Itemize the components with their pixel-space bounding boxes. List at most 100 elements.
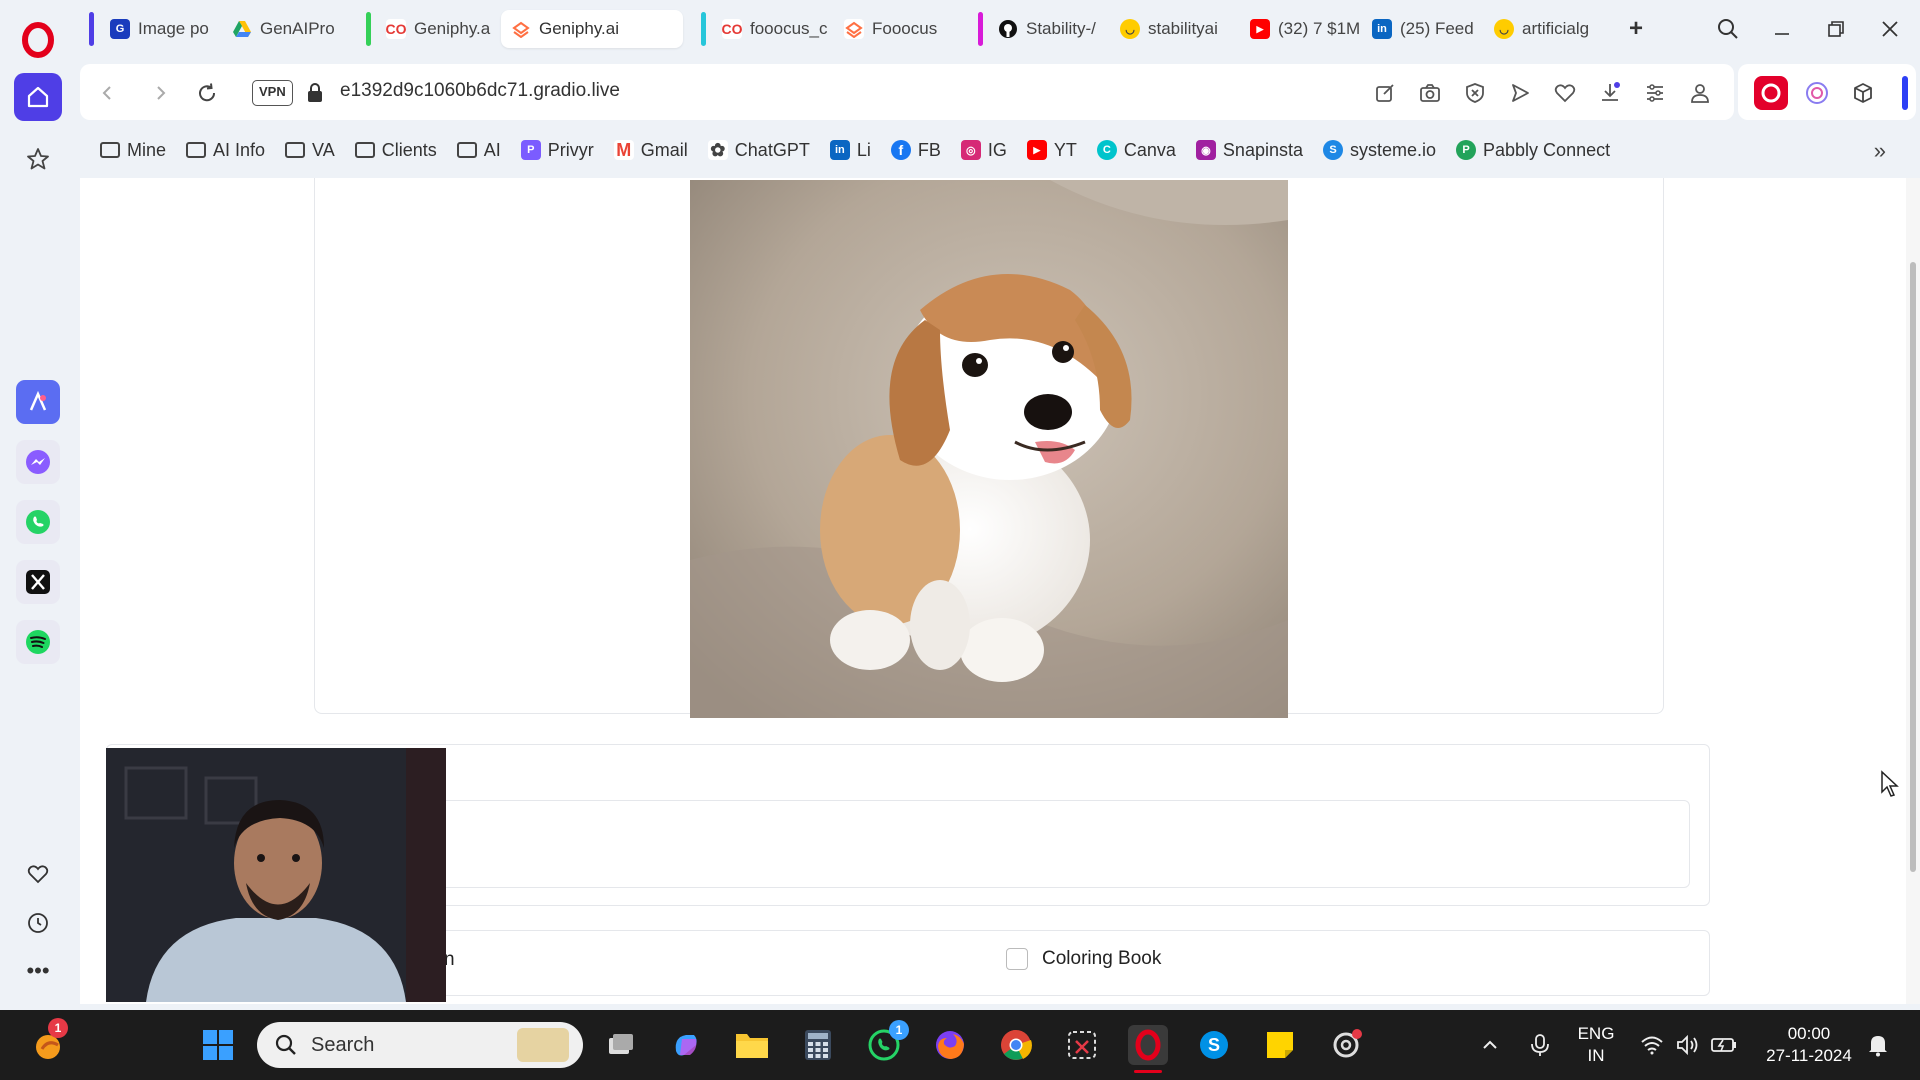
taskbar-search-input[interactable]: Search [257, 1022, 583, 1068]
x-twitter-icon[interactable] [16, 560, 60, 604]
minimize-button[interactable] [1764, 12, 1800, 46]
downloads-icon[interactable] [1595, 78, 1625, 108]
reload-button[interactable] [192, 78, 222, 108]
star-icon[interactable] [14, 135, 62, 183]
bookmark-facebook[interactable]: f FB [890, 140, 941, 161]
chatgpt-icon: ✿ [707, 140, 728, 160]
generated-puppy-image[interactable] [690, 180, 1288, 718]
whatsapp-sidebar-icon[interactable] [16, 500, 60, 544]
coloring-book-label[interactable]: Coloring Book [1042, 948, 1161, 970]
firefox-icon[interactable] [930, 1025, 970, 1065]
easy-setup-icon[interactable] [1370, 78, 1400, 108]
tab-youtube[interactable]: ▶ (32) 7 $1M [1240, 10, 1360, 48]
tab-stability-github[interactable]: Stability-/ [988, 10, 1108, 48]
canva-icon: C [1096, 140, 1117, 160]
notifications-bell-icon[interactable] [1858, 1025, 1898, 1065]
bookmark-mine[interactable]: Mine [100, 140, 166, 161]
copilot-icon[interactable] [666, 1025, 706, 1065]
chrome-icon[interactable] [996, 1025, 1036, 1065]
heart-icon[interactable] [22, 858, 54, 890]
folder-icon [100, 142, 120, 158]
search-tabs-icon[interactable] [1710, 12, 1746, 46]
opera-taskbar-icon[interactable] [1128, 1025, 1168, 1065]
battery-charging-icon[interactable] [1704, 1025, 1744, 1065]
calculator-icon[interactable] [798, 1025, 838, 1065]
bookmark-va[interactable]: VA [285, 140, 335, 161]
microphone-icon[interactable] [1520, 1025, 1560, 1065]
tab-fooocus-c[interactable]: CO fooocus_c [712, 10, 832, 48]
bookmark-pabbly-connect[interactable]: P Pabbly Connect [1456, 140, 1610, 161]
tab-geniphy-ai-active[interactable]: Geniphy.ai [501, 10, 683, 48]
page-scrollbar[interactable] [1906, 178, 1920, 1004]
easy-files-menu-icon[interactable] [1640, 78, 1670, 108]
history-icon[interactable] [22, 907, 54, 939]
more-options-icon[interactable]: ••• [22, 955, 54, 987]
sticky-notes-icon[interactable] [1260, 1025, 1300, 1065]
bookmark-instagram[interactable]: ◎ IG [960, 140, 1007, 161]
huggingface-icon: ◡ [1494, 19, 1514, 39]
bookmark-ai-info[interactable]: AI Info [186, 140, 265, 161]
vpn-badge[interactable]: VPN [252, 80, 293, 106]
file-explorer-icon[interactable] [732, 1025, 772, 1065]
language-indicator-top[interactable]: ENG [1576, 1024, 1616, 1044]
bookmark-canva[interactable]: C Canva [1096, 140, 1176, 161]
bookmark-ai[interactable]: AI [456, 140, 501, 161]
language-indicator-bottom[interactable]: IN [1576, 1046, 1616, 1066]
sidebar-toggle-marker[interactable] [1902, 76, 1908, 110]
lock-icon[interactable] [300, 78, 330, 108]
profile-icon[interactable] [1685, 78, 1715, 108]
tab-strip: G Image po GenAIPro CO Geniphy.a Geniphy… [76, 0, 1920, 58]
huggingface-icon: ◡ [1120, 19, 1140, 39]
svg-text:S: S [1208, 1035, 1220, 1055]
aria-extension-icon[interactable] [1802, 78, 1832, 108]
bookmark-youtube[interactable]: ▶ YT [1026, 140, 1077, 161]
scrollbar-thumb[interactable] [1910, 262, 1916, 872]
tab-geniphy-a[interactable]: CO Geniphy.a [376, 10, 504, 48]
page-content: n Coloring Book [80, 178, 1920, 1004]
bookmark-chatgpt[interactable]: ✿ ChatGPT [707, 140, 810, 161]
clock-date[interactable]: 27-11-2024 [1754, 1046, 1864, 1066]
back-button[interactable] [92, 78, 122, 108]
bookmark-linkedin[interactable]: in Li [829, 140, 871, 161]
bookmark-clients[interactable]: Clients [354, 140, 437, 161]
bookmark-heart-icon[interactable] [1550, 78, 1580, 108]
adblock-shield-icon[interactable] [1460, 78, 1490, 108]
tab-fooocus[interactable]: Fooocus [834, 10, 954, 48]
messenger-icon[interactable] [16, 440, 60, 484]
snipping-tool-icon[interactable] [1062, 1025, 1102, 1065]
home-icon[interactable] [14, 73, 62, 121]
bookmark-systeme-io[interactable]: Ssysteme.io [1322, 140, 1436, 161]
url-field[interactable]: e1392d9c1060b6dc71.gradio.live [340, 80, 620, 102]
new-tab-button[interactable]: + [1618, 12, 1654, 46]
clock-time[interactable]: 00:00 [1754, 1024, 1864, 1044]
tab-linkedin[interactable]: in (25) Feed [1362, 10, 1482, 48]
tab-artificialg[interactable]: ◡ artificialg [1484, 10, 1604, 48]
restore-button[interactable] [1818, 12, 1854, 46]
bookmarks-overflow-icon[interactable]: » [1874, 138, 1886, 164]
spotify-icon[interactable] [16, 620, 60, 664]
bookmark-gmail[interactable]: M Gmail [613, 140, 688, 161]
task-view-icon[interactable] [600, 1025, 640, 1065]
opera-logo-icon[interactable] [20, 22, 56, 58]
aria-app-icon[interactable] [16, 380, 60, 424]
tab-genaipro[interactable]: GenAIPro [222, 10, 342, 48]
close-window-button[interactable] [1872, 12, 1908, 46]
skype-icon[interactable]: S [1194, 1025, 1234, 1065]
forward-button[interactable] [146, 78, 176, 108]
bookmark-snapinsta[interactable]: ◉ Snapinsta [1195, 140, 1303, 161]
chevron-up-icon[interactable] [1470, 1025, 1510, 1065]
coloring-book-checkbox[interactable] [1006, 948, 1028, 970]
tab-image-po[interactable]: G Image po [100, 10, 220, 48]
snapinsta-icon: ◉ [1195, 140, 1216, 160]
volume-icon[interactable] [1668, 1025, 1708, 1065]
tab-stabilityai-hf[interactable]: ◡ stabilityai [1110, 10, 1230, 48]
wifi-icon[interactable] [1632, 1025, 1672, 1065]
bookmark-privyr[interactable]: P Privyr [520, 140, 594, 161]
whatsapp-badge: 1 [889, 1020, 909, 1040]
extensions-cube-icon[interactable] [1848, 78, 1878, 108]
opera-ai-extension-icon[interactable] [1754, 76, 1788, 110]
snapshot-camera-icon[interactable] [1415, 78, 1445, 108]
windows-start-icon[interactable] [198, 1025, 238, 1065]
chatgpt-taskbar-icon[interactable] [1326, 1025, 1366, 1065]
send-flow-icon[interactable] [1505, 78, 1535, 108]
